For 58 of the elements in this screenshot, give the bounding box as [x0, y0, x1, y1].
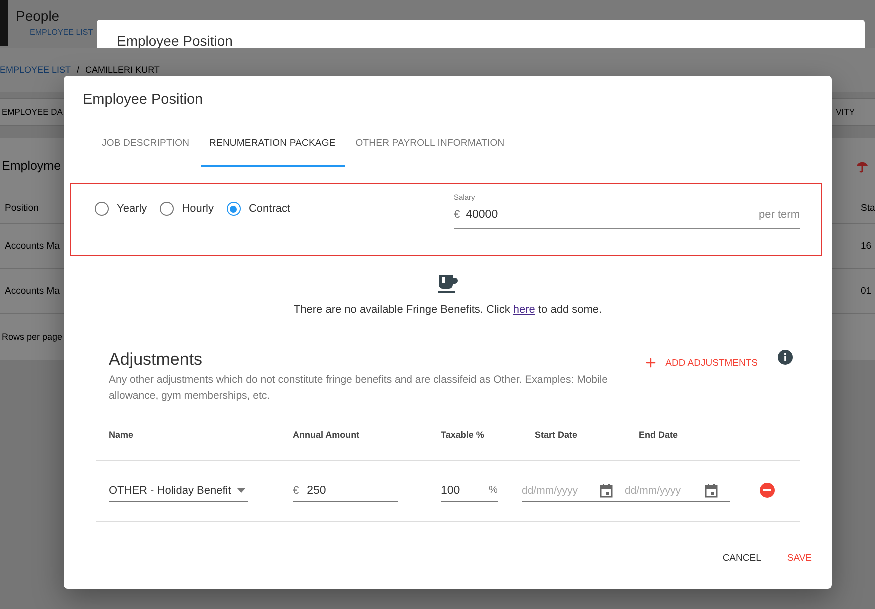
empty-state-message: There are no available Fringe Benefits. Click here to add some.	[294, 304, 602, 316]
currency-sign: €	[454, 209, 460, 221]
umbrella-icon[interactable]	[856, 160, 869, 172]
page-tab[interactable]: EMPLOYEE DA	[2, 107, 63, 117]
table-cell: Accounts Ma	[5, 240, 60, 252]
column-header: Taxable %	[441, 430, 486, 442]
save-button[interactable]: SAVE	[787, 553, 812, 564]
column-header: Start Date	[535, 430, 579, 442]
sidebar-strip	[0, 0, 8, 46]
remove-icon[interactable]	[760, 483, 775, 498]
calendar-icon[interactable]	[600, 484, 613, 498]
field-value: 40000	[466, 209, 500, 221]
name-select[interactable]: OTHER - Holiday Benefit	[109, 480, 248, 502]
taxable-field[interactable]: 100 %	[441, 480, 498, 502]
amount-field[interactable]: € 250	[293, 480, 398, 502]
radio-button[interactable]	[226, 202, 241, 216]
radio-button[interactable]	[95, 202, 109, 216]
column-header: Name	[109, 430, 135, 442]
table-cell: Accounts Ma	[5, 286, 60, 296]
table-cell-text: 16	[861, 240, 873, 252]
add-link[interactable]: here	[513, 304, 536, 316]
column-header: End Date	[639, 430, 680, 442]
date-placeholder: dd/mm/yyyy	[625, 484, 682, 496]
breadcrumb-link[interactable]: EMPLOYEE LIST	[0, 65, 72, 75]
tab[interactable]: JOB DESCRIPTION	[93, 121, 199, 167]
section-description: Any other adjustments which do not constitute fringe benefits and are classifeid as Other. Examples: Mobile allowance, gym memberships, etc.	[109, 373, 610, 404]
cup-icon	[438, 274, 458, 294]
dialog-title: Employee Position	[117, 33, 233, 49]
dialog-title: Employee Position	[82, 91, 204, 110]
add-adjustments-button[interactable]: ADD ADJUSTMENTS	[644, 354, 758, 372]
tab[interactable]: OTHER PAYROLL INFORMATION	[346, 121, 514, 167]
tab[interactable]: RENUMERATION PACKAGE	[200, 121, 345, 167]
breadcrumb-current: CAMILLERI KURT	[86, 65, 160, 75]
radio-label: Yearly	[117, 203, 148, 215]
field-value: 100	[441, 484, 462, 496]
column-header: Position	[5, 203, 39, 214]
percent-sign: %	[489, 485, 498, 496]
breadcrumb-separator: /	[77, 65, 80, 75]
column-header: Sta	[861, 203, 875, 214]
page-tab[interactable]: VITY	[836, 107, 855, 117]
radio-button[interactable]	[160, 202, 174, 216]
cancel-button[interactable]: CANCEL	[722, 553, 762, 564]
radio-label: Contract	[248, 203, 291, 215]
calendar-icon[interactable]	[705, 484, 718, 498]
date-placeholder: dd/mm/yyyy	[522, 484, 580, 496]
field-suffix: per term	[759, 209, 800, 221]
caret-icon	[237, 488, 246, 493]
radio-label: Hourly	[182, 203, 214, 215]
section-title: Employme	[2, 159, 62, 173]
column-header: Annual Amount	[293, 430, 361, 442]
table-cell-text: 01	[861, 286, 873, 296]
field-value: 250	[307, 484, 328, 496]
info-icon[interactable]	[778, 350, 793, 365]
currency-sign: €	[293, 484, 300, 496]
section-title: Adjustments	[109, 350, 204, 370]
rows-per-page-label: Rows per page	[2, 332, 63, 342]
page-title: People	[16, 8, 61, 24]
plus-icon	[644, 356, 658, 370]
